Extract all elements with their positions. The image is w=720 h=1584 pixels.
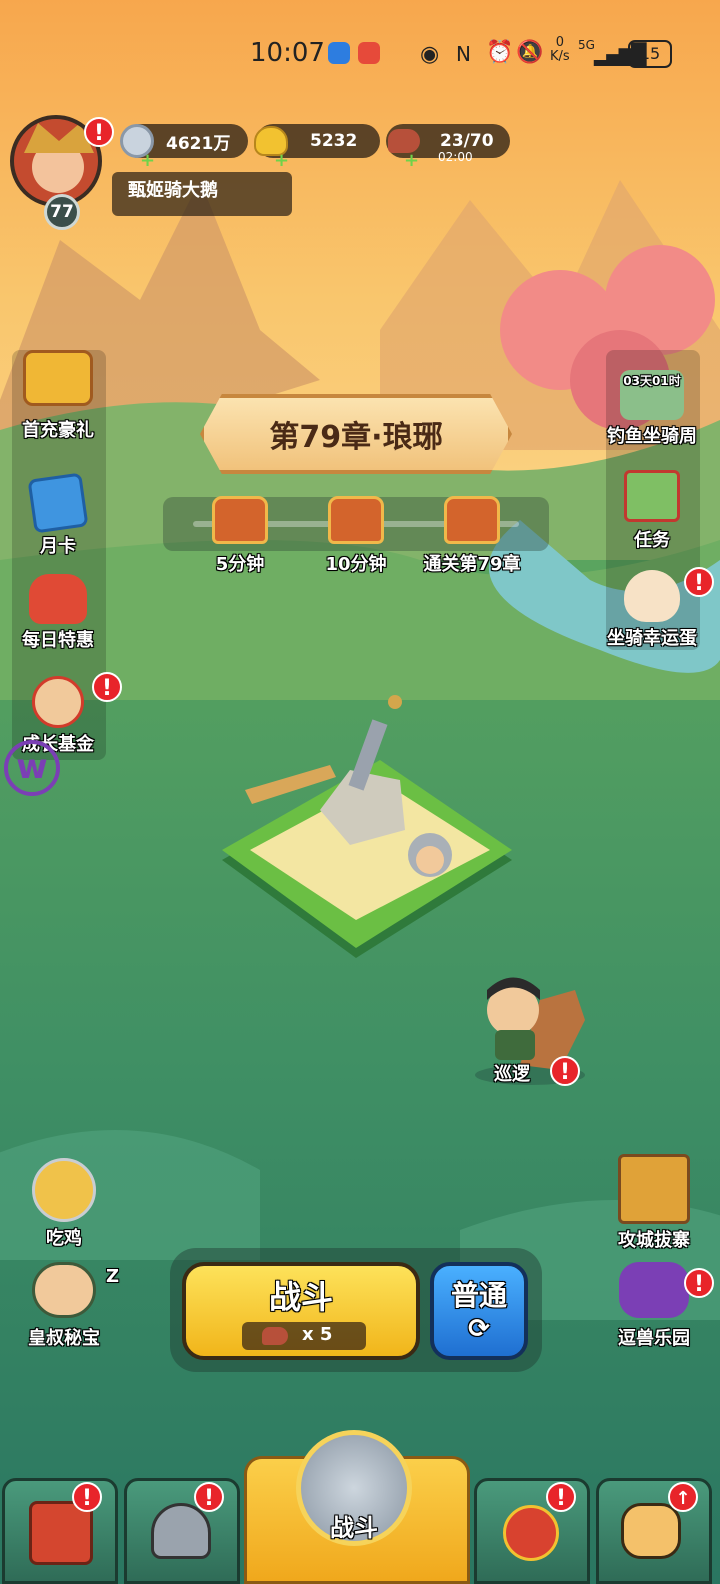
lucky-egg-alert-badge: ! <box>684 567 714 597</box>
calendar-card-icon <box>27 472 89 534</box>
add-gold-icon[interactable]: + <box>274 150 289 171</box>
alarm-icon: ⏰ <box>486 40 514 65</box>
tab-alert-badge: ! <box>194 1482 224 1512</box>
battle-cost: x 5 <box>242 1322 366 1350</box>
clock: 10:07 <box>250 38 325 68</box>
mode-toggle-button[interactable]: 普通 ⟳ <box>430 1262 528 1360</box>
growth-fund-alert-badge: ! <box>92 672 122 702</box>
floating-w-icon[interactable]: w <box>4 740 60 796</box>
tab-battle-label: 战斗 <box>330 1514 378 1542</box>
beast-park-alert-badge: ! <box>684 1268 714 1298</box>
reward-chest-icon[interactable] <box>328 496 384 544</box>
purple-beast-icon <box>619 1262 689 1318</box>
tab-alert-badge: ! <box>546 1482 576 1512</box>
character-icon <box>32 676 84 728</box>
tab-alert-badge: ! <box>72 1482 102 1512</box>
status-bar: 10:07 ◉ N ⏰ 🔕 0 K/s 5G ▂▄▆█ 15 <box>0 30 720 80</box>
fishing-mount-week-button[interactable]: 03天01时 钓鱼坐骑周 <box>604 370 700 448</box>
daily-deal-button[interactable]: 每日特惠 <box>10 574 106 652</box>
battle-button[interactable]: 战斗 x 5 <box>182 1262 420 1360</box>
battery-saver-icon <box>358 42 380 64</box>
egg-icon <box>624 570 680 622</box>
sleeping-character-icon <box>32 1262 96 1318</box>
chicken-character-icon <box>32 1158 96 1222</box>
patrol-alert-badge: ! <box>550 1056 580 1086</box>
avatar-alert-badge: ! <box>84 117 114 147</box>
eye-icon: ◉ <box>420 42 440 67</box>
chicken-event-button[interactable]: 吃鸡 <box>16 1158 112 1250</box>
helmet-icon <box>151 1503 211 1559</box>
fortress-gate-icon <box>618 1154 690 1224</box>
mute-icon: 🔕 <box>516 40 544 65</box>
monthly-card-button[interactable]: 月卡 <box>10 472 106 558</box>
player-name: 甄姬骑大鹅 <box>112 172 292 216</box>
scroll-icon <box>624 470 680 522</box>
add-silver-icon[interactable]: + <box>140 150 155 171</box>
hero-stars-icon <box>503 1505 559 1561</box>
uncle-treasure-button[interactable]: 皇叔秘宝 <box>16 1262 112 1350</box>
treasure-chest-icon <box>23 350 93 406</box>
reward-chest-icon[interactable] <box>444 496 500 544</box>
net-speed: 0 K/s <box>550 35 570 64</box>
network-type: 5G <box>578 38 595 52</box>
gift-bag-icon <box>29 574 87 624</box>
battery-level: 15 <box>628 40 672 68</box>
fist-upgrade-icon <box>621 1503 681 1559</box>
shield-icon <box>328 42 350 64</box>
siege-button[interactable]: 攻城拔寨 <box>606 1154 702 1252</box>
chapter-title: 第79章·琅琊 <box>269 420 443 455</box>
stamina-timer: 02:00 <box>438 150 473 164</box>
reward-label: 通关第79章 <box>423 554 521 575</box>
reward-label: 10分钟 <box>325 554 387 575</box>
reward-label: 5分钟 <box>215 554 265 575</box>
add-stamina-icon[interactable]: + <box>404 150 419 171</box>
patrol-label[interactable]: 巡逻 <box>494 1060 530 1086</box>
nfc-icon: N <box>456 42 471 66</box>
first-recharge-button[interactable]: 首充豪礼 <box>10 350 106 442</box>
player-level: 77 <box>44 194 80 230</box>
upgrade-arrow-badge: ↑ <box>668 1482 698 1512</box>
reward-chest-icon[interactable] <box>212 496 268 544</box>
tasks-button[interactable]: 任务 <box>604 470 700 552</box>
refresh-icon: ⟳ <box>468 1314 490 1344</box>
meat-icon <box>262 1327 288 1345</box>
sleep-z-icon: Z <box>106 1266 120 1287</box>
